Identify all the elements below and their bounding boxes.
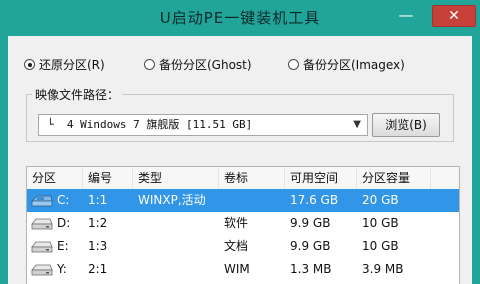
client-area: 还原分区(R) 备份分区(Ghost) 备份分区(Imagex) 映像文件路径：… <box>8 36 472 284</box>
radio-unchecked-icon <box>288 59 299 70</box>
partition-cell: D: <box>27 212 83 235</box>
label-cell: WIM <box>224 262 250 276</box>
table-row[interactable]: C: 1:1 WINXP,活动 17.6 GB 20 GB <box>27 189 459 212</box>
table-header: 分区 编号 类型 卷标 可用空间 分区容量 <box>27 167 459 190</box>
drive-letter: E: <box>57 239 69 253</box>
type-cell: WINXP,活动 <box>138 193 206 207</box>
type-cell <box>133 235 219 258</box>
partition-table: 分区 编号 类型 卷标 可用空间 分区容量 C: 1:1 WINXP,活动 17… <box>26 166 460 284</box>
minimize-button[interactable]: — <box>392 5 420 25</box>
label-cell: 软件 <box>224 216 249 230</box>
type-cell <box>133 212 219 235</box>
image-file-value: └ 4 Windows 7 旗舰版 [11.51 GB] <box>47 118 253 131</box>
free-space-cell: 9.9 GB <box>290 239 331 253</box>
radio-checked-icon <box>24 59 35 70</box>
partition-cell: Y: <box>27 258 83 281</box>
capacity-cell: 20 GB <box>362 193 399 207</box>
chevron-down-icon[interactable]: ▼ <box>353 115 361 135</box>
table-row[interactable]: Y: 2:1 WIM 1.3 MB 3.9 MB <box>27 258 459 281</box>
column-header-label[interactable]: 卷标 <box>219 167 285 189</box>
partition-cell: C: <box>27 189 83 212</box>
radio-unchecked-icon <box>144 59 155 70</box>
browse-button[interactable]: 浏览(B) <box>372 113 440 137</box>
backup-ghost-radio[interactable]: 备份分区(Ghost) <box>144 56 252 73</box>
close-button[interactable]: ✕ <box>432 5 476 27</box>
capacity-cell: 10 GB <box>362 239 399 253</box>
number-cell: 1:2 <box>88 216 108 230</box>
hard-drive-icon <box>31 264 53 276</box>
app-window: U启动PE一键装机工具 — ✕ 还原分区(R) 备份分区(Ghost) 备份分区… <box>0 0 480 284</box>
label-cell: 文档 <box>224 239 249 253</box>
number-cell: 1:3 <box>88 239 108 253</box>
free-space-cell: 9.9 GB <box>290 216 331 230</box>
partition-cell: E: <box>27 235 83 258</box>
column-header-free-space[interactable]: 可用空间 <box>285 167 357 189</box>
number-cell: 2:1 <box>88 262 108 276</box>
number-cell: 1:1 <box>88 193 108 207</box>
backup-imagex-radio[interactable]: 备份分区(Imagex) <box>288 56 405 73</box>
drive-letter: Y: <box>57 262 67 276</box>
restore-partition-label: 还原分区(R) <box>39 58 105 72</box>
backup-ghost-label: 备份分区(Ghost) <box>159 58 252 72</box>
column-header-partition[interactable]: 分区 <box>27 167 83 189</box>
system-drive-icon <box>31 195 53 207</box>
table-row[interactable]: E: 1:3 文档 9.9 GB 10 GB <box>27 235 459 258</box>
image-file-select[interactable]: └ 4 Windows 7 旗舰版 [11.51 GB] ▼ <box>38 114 368 136</box>
hard-drive-icon <box>31 241 53 253</box>
type-cell <box>133 258 219 281</box>
image-path-label: 映像文件路径： <box>32 86 123 103</box>
free-space-cell: 17.6 GB <box>290 193 339 207</box>
drive-letter: D: <box>57 216 71 230</box>
free-space-cell: 1.3 MB <box>290 262 332 276</box>
column-header-number[interactable]: 编号 <box>83 167 133 189</box>
column-header-type[interactable]: 类型 <box>133 167 219 189</box>
column-header-capacity[interactable]: 分区容量 <box>357 167 431 189</box>
capacity-cell: 3.9 MB <box>362 262 404 276</box>
hard-drive-icon <box>31 218 53 230</box>
drive-letter: C: <box>57 193 70 207</box>
title-bar[interactable]: U启动PE一键装机工具 — ✕ <box>0 0 480 36</box>
label-cell <box>219 189 285 212</box>
capacity-cell: 10 GB <box>362 216 399 230</box>
restore-partition-radio[interactable]: 还原分区(R) <box>24 56 105 73</box>
backup-imagex-label: 备份分区(Imagex) <box>303 58 405 72</box>
table-row[interactable]: D: 1:2 软件 9.9 GB 10 GB <box>27 212 459 235</box>
